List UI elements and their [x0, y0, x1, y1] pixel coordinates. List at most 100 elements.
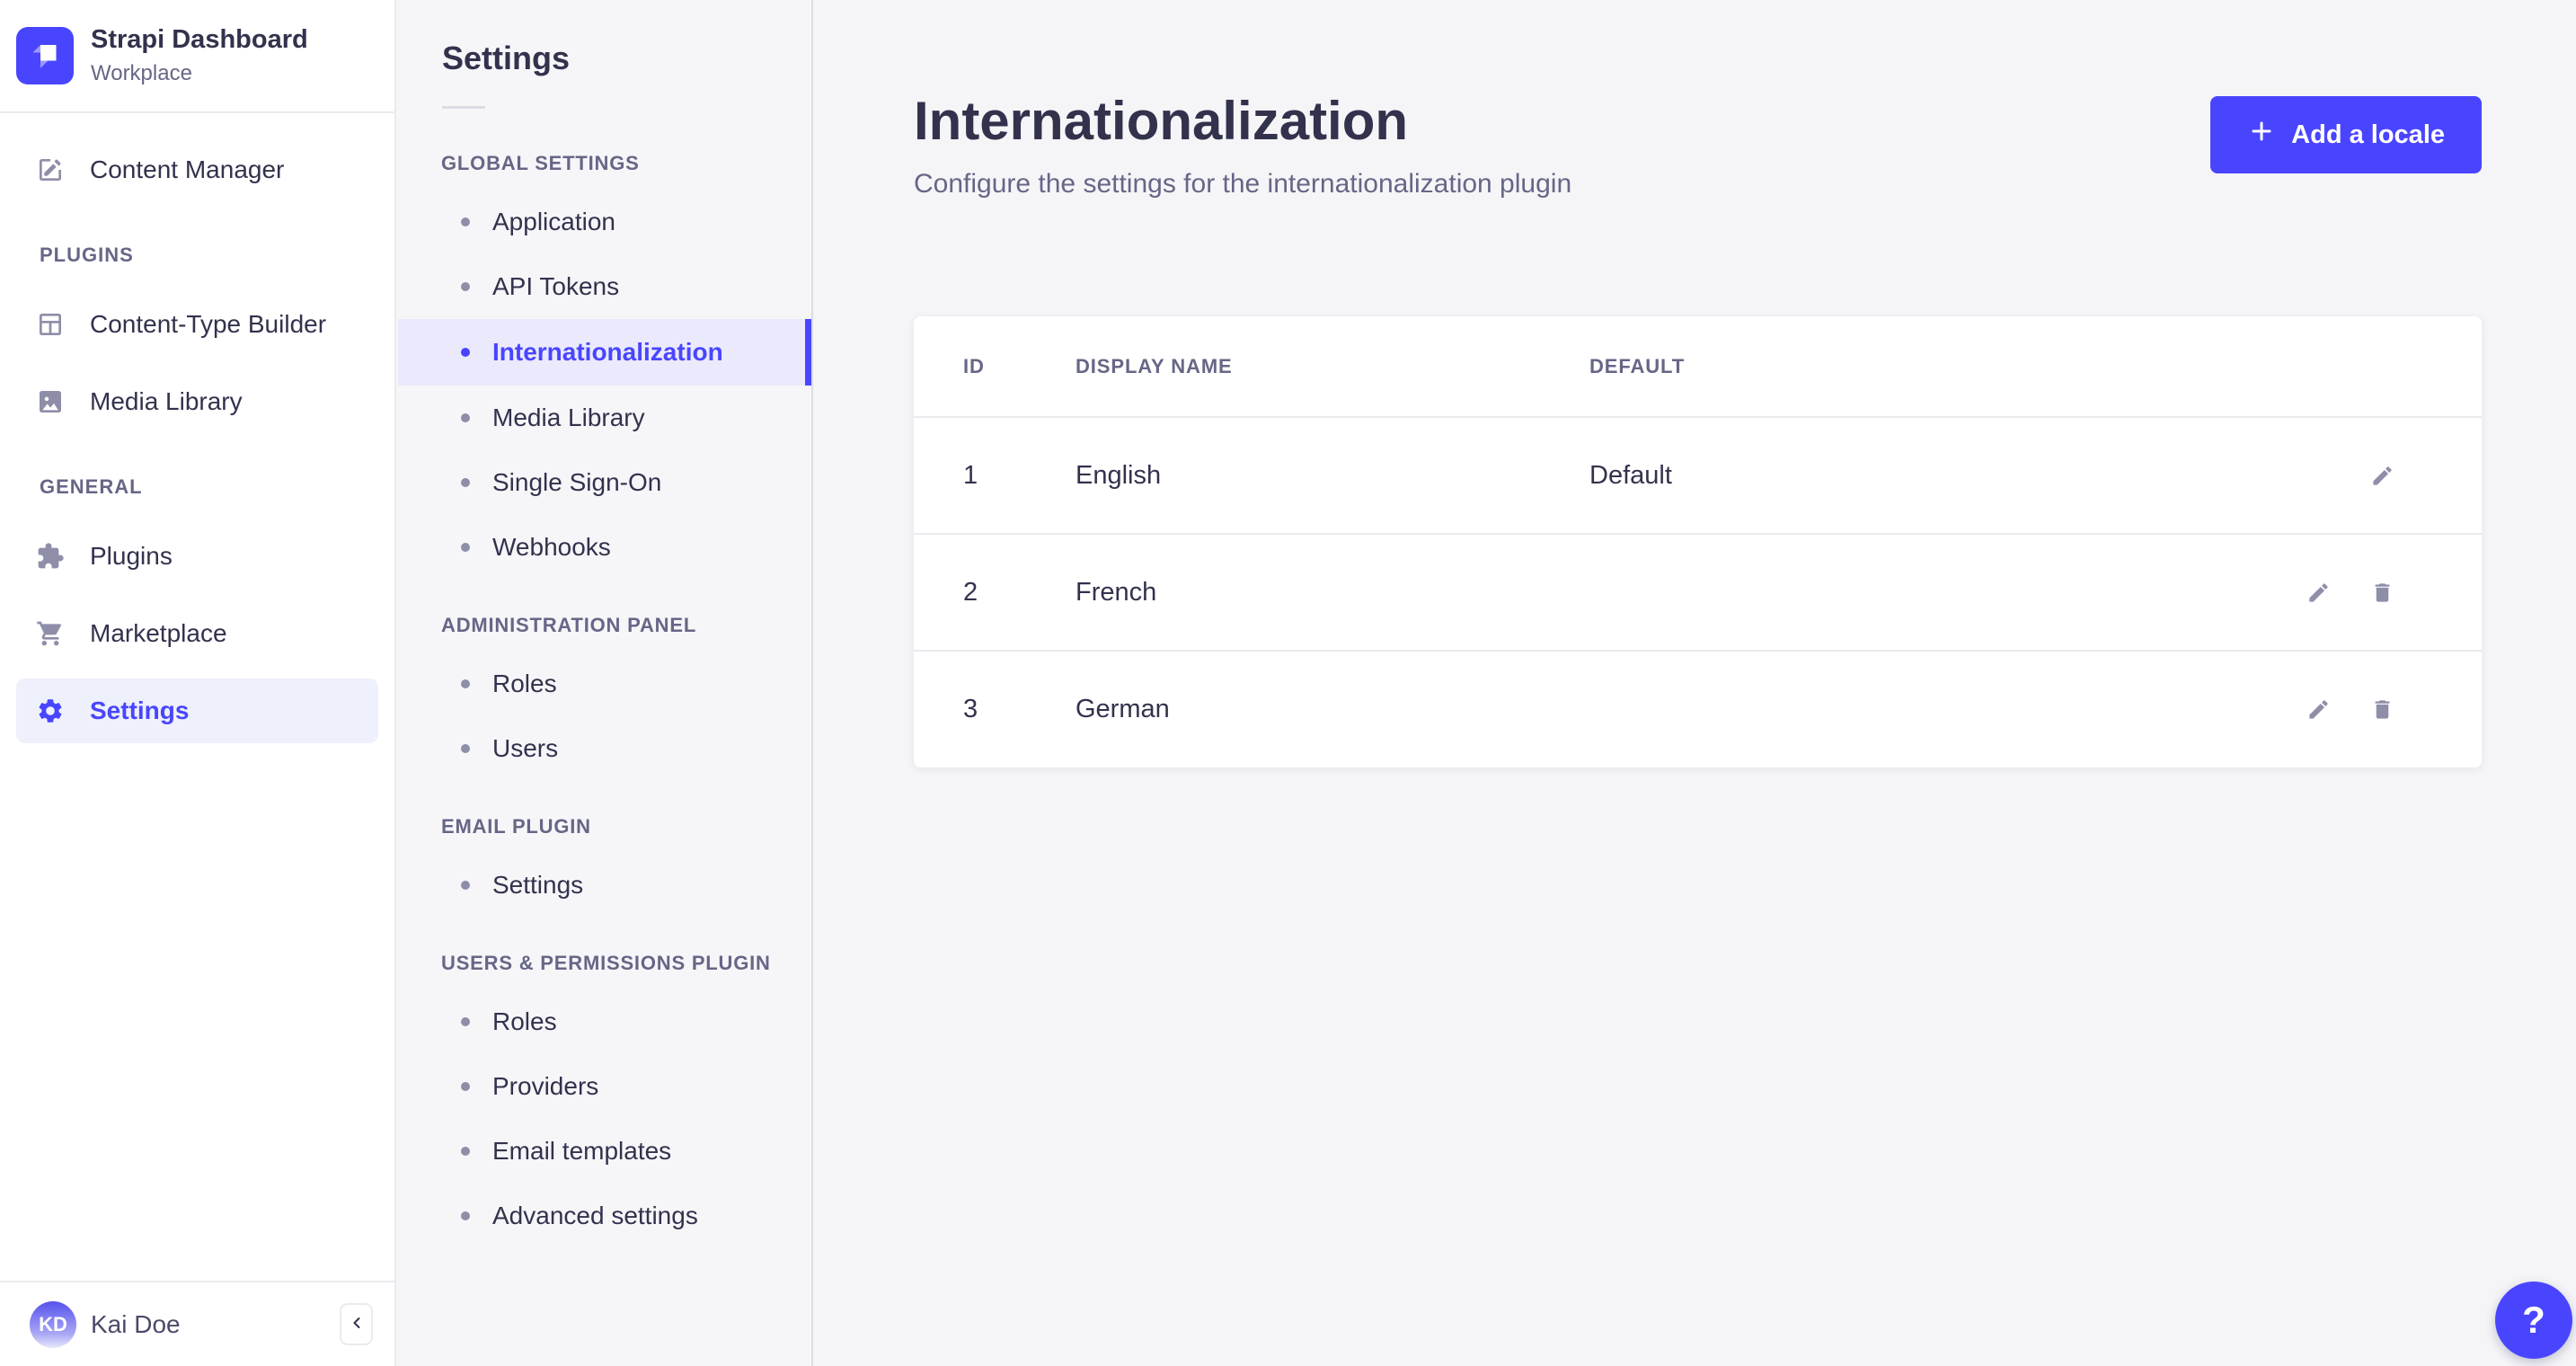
bullet-icon	[461, 1082, 470, 1091]
column-header-display-name: DISPLAY NAME	[1076, 354, 1233, 377]
subnav-item-advanced-settings[interactable]: Advanced settings	[398, 1184, 811, 1248]
main-content: Internationalization Configure the setti…	[813, 0, 2576, 1366]
pencil-icon	[2308, 582, 2328, 602]
subnav-item-label: Roles	[492, 1007, 557, 1035]
subnav-item-providers[interactable]: Providers	[398, 1054, 811, 1119]
chevron-left-icon	[348, 1314, 366, 1335]
puzzle-icon	[32, 538, 68, 574]
question-mark-icon: ?	[2522, 1299, 2545, 1341]
plus-icon	[2247, 117, 2276, 153]
table-row[interactable]: 3 German	[914, 651, 2482, 767]
sidebar-footer: KD Kai Doe	[0, 1281, 394, 1366]
subnav-title: Settings	[442, 40, 571, 76]
subnav-item-label: Users	[492, 734, 559, 762]
subnav-item-application[interactable]: Application	[398, 190, 811, 254]
nav-item-label: Settings	[90, 696, 190, 725]
locales-table-card: ID DISPLAY NAME DEFAULT 1 English Defaul…	[914, 316, 2482, 767]
nav-item-media-library[interactable]: Media Library	[16, 369, 378, 434]
nav-item-marketplace[interactable]: Marketplace	[16, 601, 378, 666]
column-header-default: DEFAULT	[1589, 354, 1686, 377]
nav-item-settings[interactable]: Settings	[16, 679, 378, 744]
edit-locale-button[interactable]	[2297, 572, 2339, 613]
trash-icon	[2375, 700, 2389, 719]
locales-table: ID DISPLAY NAME DEFAULT 1 English Defaul…	[914, 316, 2482, 767]
subnav-section-administration-panel: ADMINISTRATION PANEL	[441, 614, 697, 636]
subnav-section-email-plugin: EMAIL PLUGIN	[441, 815, 591, 838]
settings-subnav: Settings GLOBAL SETTINGS Application API…	[398, 0, 813, 1366]
pencil-icon	[2308, 700, 2328, 719]
row-actions	[2122, 689, 2482, 731]
subnav-item-email-settings[interactable]: Settings	[398, 853, 811, 918]
row-actions	[2122, 572, 2482, 613]
locale-id: 1	[963, 460, 978, 490]
user-avatar[interactable]: KD	[30, 1300, 76, 1348]
add-locale-button[interactable]: Add a locale	[2210, 96, 2482, 173]
delete-locale-button[interactable]	[2361, 572, 2403, 613]
bullet-icon	[461, 543, 470, 552]
subnav-item-label: Settings	[492, 871, 584, 899]
bullet-icon	[461, 348, 470, 357]
workspace-title: Strapi Dashboard	[91, 25, 308, 54]
subnav-item-label: API Tokens	[492, 272, 620, 300]
edit-locale-button[interactable]	[2297, 689, 2339, 731]
subnav-item-admin-roles[interactable]: Roles	[398, 652, 811, 716]
nav-item-label: Content Manager	[90, 155, 285, 184]
subnav-item-webhooks[interactable]: Webhooks	[398, 515, 811, 580]
bullet-icon	[461, 679, 470, 688]
subnav-item-email-templates[interactable]: Email templates	[398, 1119, 811, 1184]
locale-id: 2	[963, 577, 978, 607]
subnav-item-admin-users[interactable]: Users	[398, 716, 811, 781]
subnav-item-label: Single Sign-On	[492, 468, 662, 496]
pencil-icon	[2372, 466, 2392, 485]
table-row[interactable]: 2 French	[914, 534, 2482, 651]
subnav-item-up-roles[interactable]: Roles	[398, 989, 811, 1054]
subnav-item-label: Media Library	[492, 404, 645, 431]
locale-id: 3	[963, 695, 978, 723]
nav-item-content-manager[interactable]: Content Manager	[16, 137, 378, 202]
column-header-actions	[2122, 316, 2482, 417]
bullet-icon	[461, 413, 470, 422]
subnav-item-api-tokens[interactable]: API Tokens	[398, 254, 811, 319]
bullet-icon	[461, 478, 470, 487]
table-row[interactable]: 1 English Default	[914, 417, 2482, 534]
subnav-section-global-settings: GLOBAL SETTINGS	[441, 152, 640, 174]
main-sidebar: Strapi Dashboard Workplace Content Manag…	[0, 0, 396, 1366]
nav-section-general: GENERAL	[40, 475, 143, 499]
delete-locale-button[interactable]	[2361, 689, 2403, 731]
subnav-item-label: Internationalization	[492, 338, 723, 366]
subnav-item-label: Email templates	[492, 1137, 672, 1165]
bullet-icon	[461, 217, 470, 226]
table-header-row: ID DISPLAY NAME DEFAULT	[914, 316, 2482, 417]
help-button[interactable]: ?	[2495, 1282, 2572, 1359]
subnav-item-single-sign-on[interactable]: Single Sign-On	[398, 450, 811, 515]
collapse-sidebar-button[interactable]	[340, 1303, 373, 1345]
subnav-item-label: Providers	[492, 1072, 599, 1100]
nav-item-plugins[interactable]: Plugins	[16, 524, 378, 589]
layout-grid-icon	[32, 306, 68, 342]
trash-icon	[2375, 582, 2389, 602]
bullet-icon	[461, 1211, 470, 1220]
nav-item-label: Marketplace	[90, 619, 227, 648]
bullet-icon	[461, 282, 470, 291]
subnav-item-label: Advanced settings	[492, 1202, 698, 1229]
subnav-item-label: Application	[492, 208, 615, 235]
subnav-item-media-library[interactable]: Media Library	[398, 386, 811, 450]
locale-default	[1589, 651, 2122, 767]
nav-item-label: Content-Type Builder	[90, 310, 327, 339]
subnav-item-internationalization[interactable]: Internationalization	[398, 319, 811, 386]
locale-name: English	[1076, 460, 1162, 490]
page-title: Internationalization	[914, 91, 1409, 151]
subnav-section-users-permissions-plugin: USERS & PERMISSIONS PLUGIN	[441, 952, 771, 974]
locale-name: French	[1076, 577, 1157, 607]
main-nav-list: Content Manager PLUGINS Content-Type Bui…	[0, 113, 394, 1281]
user-name: Kai Doe	[91, 1309, 181, 1338]
locale-name: German	[1076, 695, 1170, 723]
nav-item-content-type-builder[interactable]: Content-Type Builder	[16, 292, 378, 357]
nav-section-plugins: PLUGINS	[40, 244, 134, 267]
edit-locale-button[interactable]	[2361, 455, 2403, 496]
subnav-divider	[442, 106, 485, 109]
add-locale-label: Add a locale	[2291, 120, 2445, 149]
bullet-icon	[461, 881, 470, 890]
workspace-header[interactable]: Strapi Dashboard Workplace	[0, 0, 394, 114]
locale-default	[1589, 534, 2122, 651]
